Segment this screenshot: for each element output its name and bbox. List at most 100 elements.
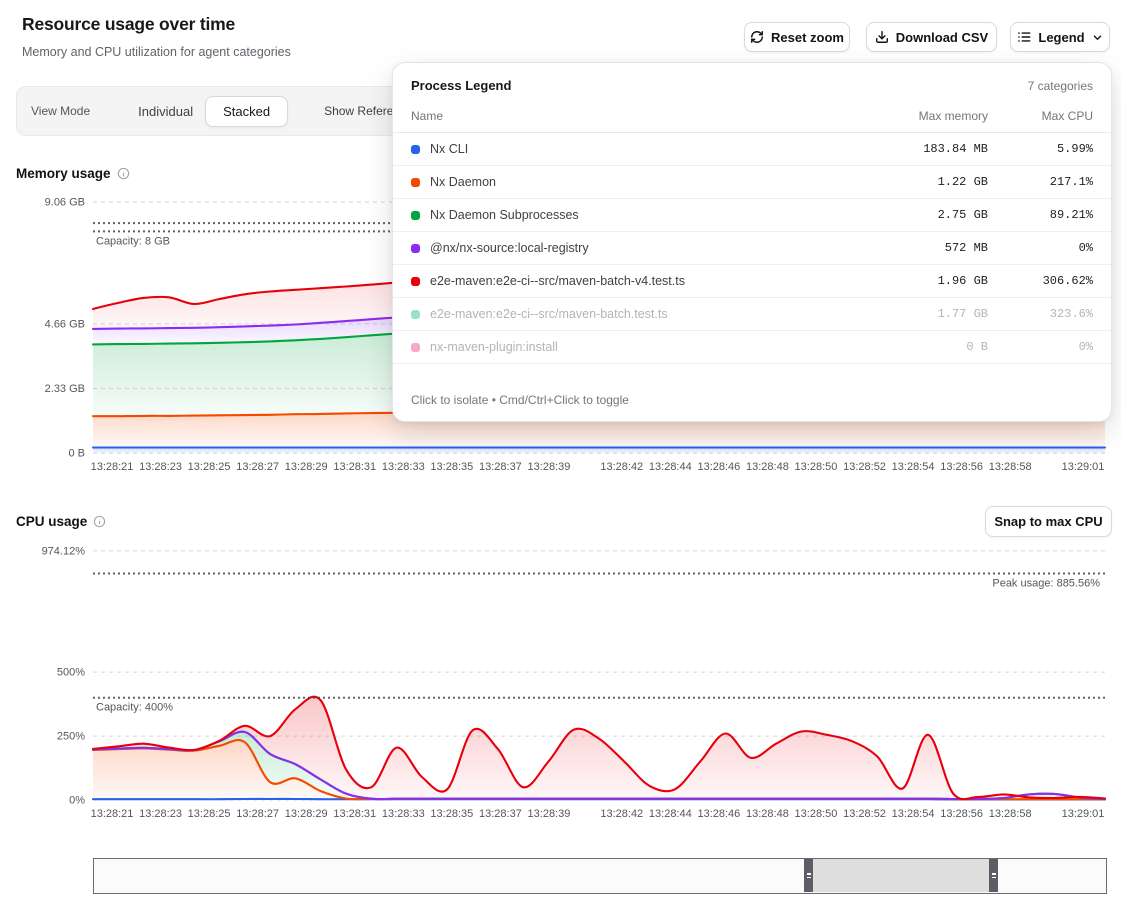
legend-row[interactable]: Nx Daemon1.22 GB217.1% bbox=[393, 166, 1111, 199]
cpu-x-tick-label: 13:28:23 bbox=[139, 808, 182, 820]
categories-count: 7 categories bbox=[1028, 79, 1093, 93]
download-csv-button[interactable]: Download CSV bbox=[866, 22, 997, 52]
page-title: Resource usage over time bbox=[22, 14, 235, 35]
popup-header: Process Legend 7 categories bbox=[393, 63, 1111, 104]
legend-button[interactable]: Legend bbox=[1010, 22, 1110, 52]
cpu-y-tick-label: 250% bbox=[57, 731, 85, 743]
column-max-memory: Max memory bbox=[838, 109, 988, 123]
series-color-dot bbox=[411, 343, 420, 352]
series-name: @nx/nx-source:local-registry bbox=[430, 241, 838, 255]
memory-area-1 bbox=[93, 448, 1105, 454]
memory-x-tick-label: 13:29:01 bbox=[1062, 461, 1105, 473]
memory-x-tick-label: 13:28:52 bbox=[843, 461, 886, 473]
info-icon[interactable] bbox=[93, 515, 106, 528]
cpu-capacity-label: Capacity: 400% bbox=[96, 702, 173, 714]
series-max-memory: 0 B bbox=[838, 340, 988, 354]
cpu-line-5 bbox=[93, 697, 1105, 800]
memory-x-tick-label: 13:28:48 bbox=[746, 461, 789, 473]
memory-x-tick-label: 13:28:23 bbox=[139, 461, 182, 473]
memory-x-tick-label: 13:28:58 bbox=[989, 461, 1032, 473]
cpu-peak-label: Peak usage: 885.56% bbox=[992, 578, 1100, 590]
info-icon[interactable] bbox=[117, 167, 130, 180]
memory-capacity-label: Capacity: 8 GB bbox=[96, 235, 170, 247]
legend-label: Legend bbox=[1038, 30, 1084, 45]
view-mode-label: View Mode bbox=[31, 104, 90, 118]
cpu-x-tick-label: 13:28:25 bbox=[188, 808, 231, 820]
cpu-x-tick-label: 13:29:01 bbox=[1062, 808, 1105, 820]
series-name: Nx Daemon bbox=[430, 175, 838, 189]
series-color-dot bbox=[411, 178, 420, 187]
memory-x-tick-label: 13:28:37 bbox=[479, 461, 522, 473]
series-max-memory: 1.77 GB bbox=[838, 307, 988, 321]
cpu-x-tick-label: 13:28:52 bbox=[843, 808, 886, 820]
cpu-y-tick-label: 0% bbox=[69, 795, 85, 807]
series-color-dot bbox=[411, 244, 420, 253]
memory-x-tick-label: 13:28:21 bbox=[91, 461, 134, 473]
view-mode-individual[interactable]: Individual bbox=[138, 104, 193, 119]
refresh-icon bbox=[750, 30, 764, 44]
series-name: e2e-maven:e2e-ci--src/maven-batch-v4.tes… bbox=[430, 274, 838, 288]
cpu-x-tick-label: 13:28:46 bbox=[697, 808, 740, 820]
cpu-x-tick-label: 13:28:48 bbox=[746, 808, 789, 820]
memory-y-tick-label: 0 B bbox=[68, 448, 85, 460]
legend-row[interactable]: nx-maven-plugin:install0 B0% bbox=[393, 331, 1111, 364]
series-max-memory: 1.96 GB bbox=[838, 274, 988, 288]
cpu-x-tick-label: 13:28:50 bbox=[795, 808, 838, 820]
memory-x-tick-label: 13:28:42 bbox=[600, 461, 643, 473]
snap-to-max-cpu-button[interactable]: Snap to max CPU bbox=[985, 506, 1112, 537]
series-max-cpu: 217.1% bbox=[988, 175, 1093, 189]
cpu-x-tick-label: 13:28:31 bbox=[333, 808, 376, 820]
column-name: Name bbox=[411, 109, 838, 123]
time-range-brush[interactable] bbox=[93, 858, 1107, 894]
cpu-area-2 bbox=[93, 740, 1105, 799]
memory-y-tick-label: 2.33 GB bbox=[45, 383, 85, 395]
cpu-x-tick-label: 13:28:21 bbox=[91, 808, 134, 820]
process-legend-popup: Process Legend 7 categories Name Max mem… bbox=[392, 62, 1112, 422]
cpu-x-tick-label: 13:28:27 bbox=[236, 808, 279, 820]
memory-x-tick-label: 13:28:25 bbox=[188, 461, 231, 473]
series-color-dot bbox=[411, 145, 420, 154]
legend-row[interactable]: Nx CLI183.84 MB5.99% bbox=[393, 133, 1111, 166]
cpu-usage-title: CPU usage bbox=[16, 514, 87, 529]
memory-x-tick-label: 13:28:54 bbox=[892, 461, 935, 473]
legend-row[interactable]: Nx Daemon Subprocesses2.75 GB89.21% bbox=[393, 199, 1111, 232]
series-max-cpu: 0% bbox=[988, 241, 1093, 255]
cpu-line-2 bbox=[93, 740, 1105, 799]
legend-row[interactable]: e2e-maven:e2e-ci--src/maven-batch.test.t… bbox=[393, 298, 1111, 331]
list-icon bbox=[1017, 30, 1031, 44]
cpu-x-tick-label: 13:28:44 bbox=[649, 808, 692, 820]
brush-selection[interactable] bbox=[804, 859, 998, 892]
series-max-cpu: 89.21% bbox=[988, 208, 1093, 222]
cpu-line-4 bbox=[93, 732, 1105, 799]
series-color-dot bbox=[411, 211, 420, 220]
column-max-cpu: Max CPU bbox=[988, 109, 1093, 123]
reset-zoom-button[interactable]: Reset zoom bbox=[744, 22, 850, 52]
legend-row[interactable]: e2e-maven:e2e-ci--src/maven-batch-v4.tes… bbox=[393, 265, 1111, 298]
memory-x-tick-label: 13:28:39 bbox=[528, 461, 571, 473]
legend-row[interactable]: @nx/nx-source:local-registry572 MB0% bbox=[393, 232, 1111, 265]
cpu-area-5 bbox=[93, 697, 1105, 800]
series-name: Nx Daemon Subprocesses bbox=[430, 208, 838, 222]
series-name: Nx CLI bbox=[430, 142, 838, 156]
series-color-dot bbox=[411, 277, 420, 286]
cpu-x-tick-label: 13:28:54 bbox=[892, 808, 935, 820]
legend-table-header: Name Max memory Max CPU bbox=[393, 104, 1111, 133]
brush-handle-right[interactable] bbox=[989, 859, 998, 892]
memory-x-tick-label: 13:28:50 bbox=[795, 461, 838, 473]
series-max-cpu: 0% bbox=[988, 340, 1093, 354]
memory-y-tick-label: 4.66 GB bbox=[45, 318, 85, 330]
popup-title: Process Legend bbox=[411, 78, 511, 93]
cpu-x-tick-label: 13:28:37 bbox=[479, 808, 522, 820]
brush-handle-left[interactable] bbox=[804, 859, 813, 892]
snap-to-max-cpu-label: Snap to max CPU bbox=[994, 514, 1102, 529]
cpu-x-tick-label: 13:28:58 bbox=[989, 808, 1032, 820]
cpu-x-tick-label: 13:28:42 bbox=[600, 808, 643, 820]
view-mode-stacked[interactable]: Stacked bbox=[205, 96, 288, 127]
memory-y-tick-label: 9.06 GB bbox=[45, 197, 85, 209]
memory-x-tick-label: 13:28:44 bbox=[649, 461, 692, 473]
cpu-y-tick-label: 974.12% bbox=[42, 545, 86, 557]
chevron-down-icon bbox=[1092, 32, 1103, 43]
series-max-cpu: 306.62% bbox=[988, 274, 1093, 288]
cpu-line-3 bbox=[93, 732, 1105, 799]
series-max-cpu: 323.6% bbox=[988, 307, 1093, 321]
